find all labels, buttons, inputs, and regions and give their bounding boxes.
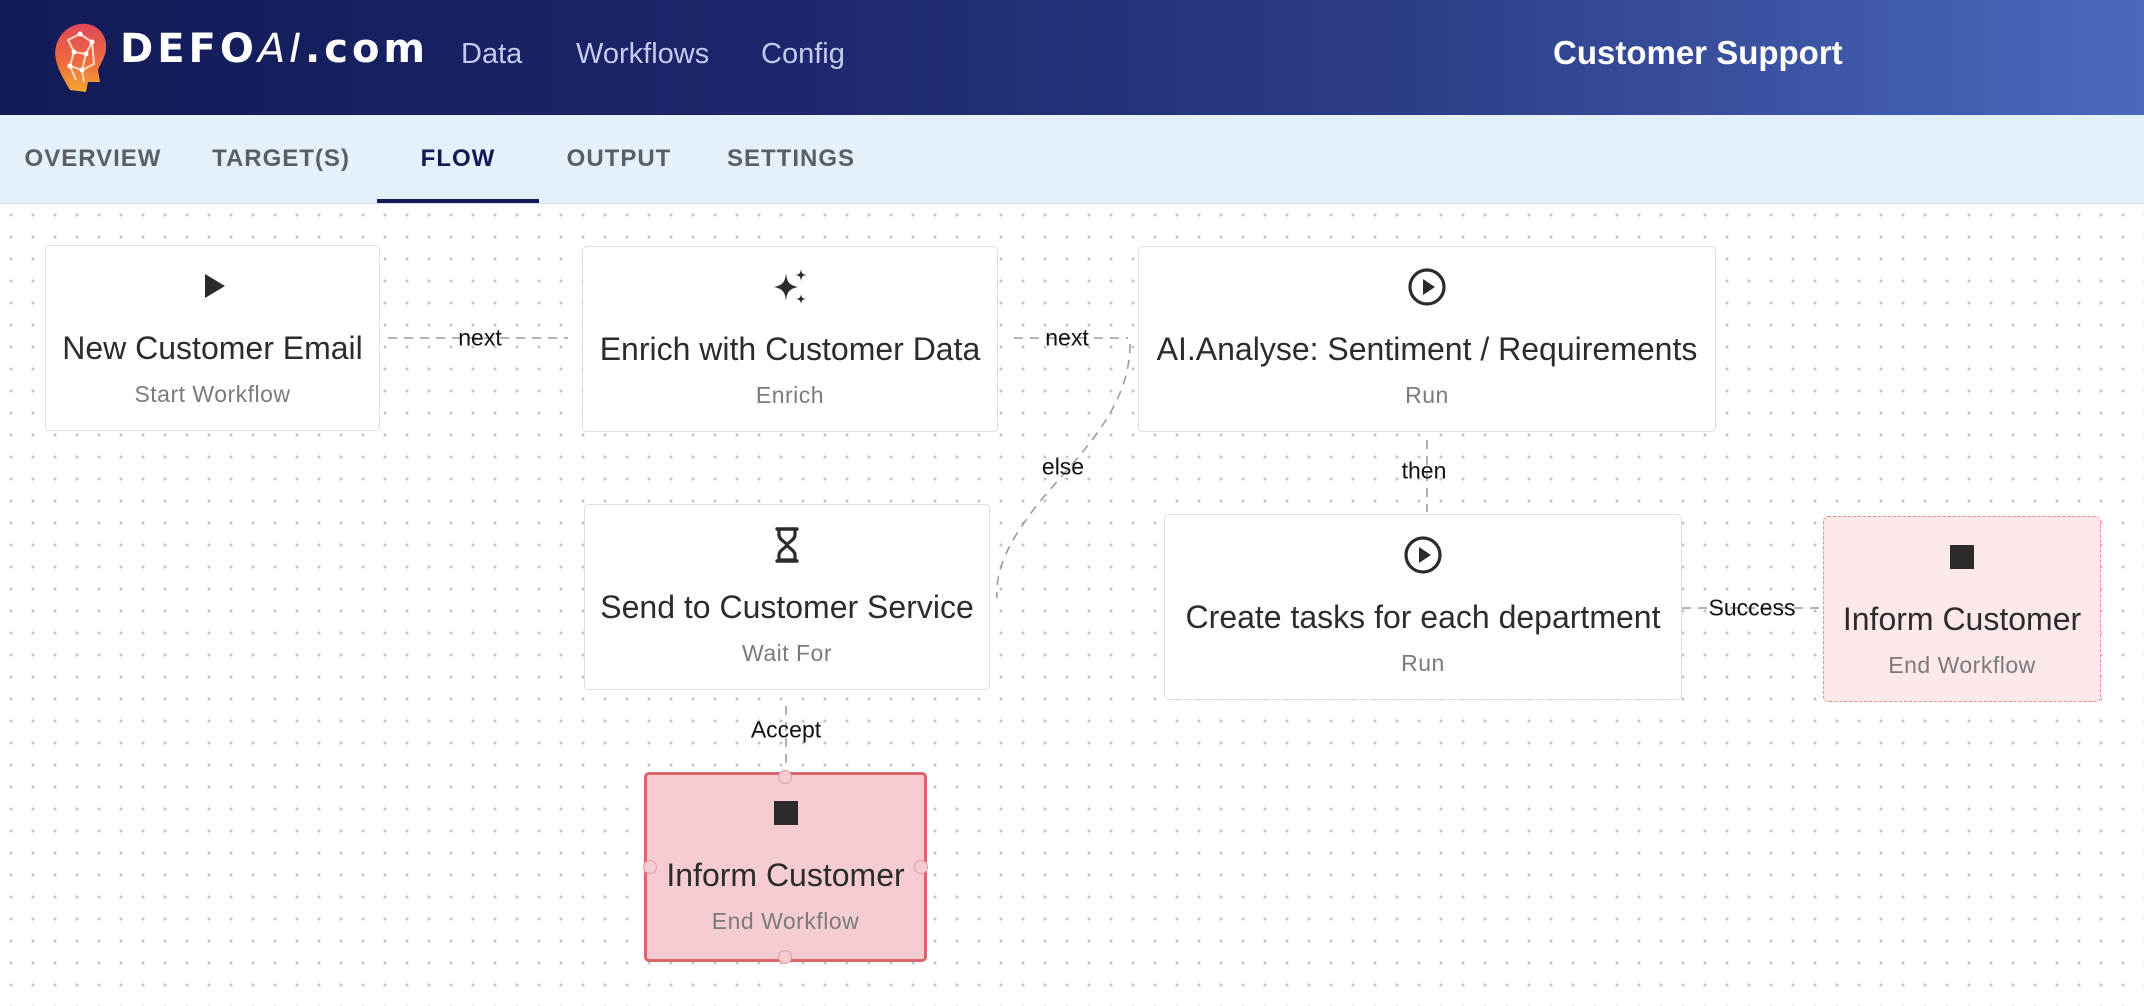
nav-config[interactable]: Config xyxy=(761,38,845,71)
edge-label-next[interactable]: next xyxy=(458,326,501,350)
top-header: DEFOAI.com Data Workflows Config Custome… xyxy=(0,0,2144,115)
handle-bottom[interactable] xyxy=(778,950,792,964)
edge-label-then[interactable]: then xyxy=(1402,459,1447,483)
node-subtitle: Enrich xyxy=(755,382,825,408)
node-enrich[interactable]: Enrich with Customer Data Enrich xyxy=(582,246,998,432)
tab-overview[interactable]: OVERVIEW xyxy=(0,115,186,203)
node-title: New Customer Email xyxy=(62,330,363,366)
edge-label-accept[interactable]: Accept xyxy=(751,718,821,742)
app-root: DEFOAI.com Data Workflows Config Custome… xyxy=(0,0,2144,1006)
node-title: Send to Customer Service xyxy=(600,589,974,625)
node-title: Create tasks for each department xyxy=(1185,599,1661,635)
node-title: Inform Customer xyxy=(1842,601,2082,637)
edge-label-success[interactable]: Success xyxy=(1709,596,1796,620)
logo-main: DEFO xyxy=(120,26,258,72)
tab-settings[interactable]: SETTINGS xyxy=(699,115,883,203)
play-circle-icon xyxy=(1408,268,1446,306)
nav-workflows[interactable]: Workflows xyxy=(576,38,709,71)
node-subtitle: Wait For xyxy=(741,640,833,666)
hourglass-icon xyxy=(775,527,799,563)
logo-suffix: .com xyxy=(305,26,430,72)
node-start-workflow[interactable]: New Customer Email Start Workflow xyxy=(45,245,380,431)
stop-square-icon xyxy=(1950,545,1974,569)
play-icon xyxy=(204,274,225,298)
node-end-workflow-selected[interactable]: Inform Customer End Workflow xyxy=(644,772,927,962)
brain-head-icon xyxy=(55,23,107,93)
node-subtitle: Run xyxy=(1405,382,1449,408)
node-create-tasks[interactable]: Create tasks for each department Run xyxy=(1164,514,1682,700)
tab-output[interactable]: OUTPUT xyxy=(539,115,699,203)
edge-label-next[interactable]: next xyxy=(1045,326,1088,350)
node-title: Enrich with Customer Data xyxy=(599,331,981,367)
node-title: Inform Customer xyxy=(666,857,905,893)
handle-top[interactable] xyxy=(778,770,792,784)
sparkles-icon xyxy=(774,269,807,304)
page-title: Customer Support xyxy=(1553,34,1843,71)
stop-square-icon xyxy=(773,801,798,825)
tab-bar: OVERVIEW TARGET(S) FLOW OUTPUT SETTINGS xyxy=(0,115,2144,204)
node-subtitle: Start Workflow xyxy=(134,381,291,407)
node-subtitle: End Workflow xyxy=(1888,652,2036,678)
node-subtitle: Run xyxy=(1401,650,1445,676)
brand-logo[interactable]: DEFOAI.com xyxy=(120,26,429,72)
handle-left[interactable] xyxy=(643,860,657,874)
node-wait-for[interactable]: Send to Customer Service Wait For xyxy=(584,504,990,690)
play-circle-icon xyxy=(1404,536,1442,574)
handle-right[interactable] xyxy=(914,860,928,874)
node-subtitle: End Workflow xyxy=(711,908,860,934)
tab-flow[interactable]: FLOW xyxy=(377,115,539,203)
logo-ai: AI xyxy=(257,26,306,72)
nav-data[interactable]: Data xyxy=(461,38,522,71)
node-end-workflow[interactable]: Inform Customer End Workflow xyxy=(1823,516,2101,702)
node-title: AI.Analyse: Sentiment / Requirements xyxy=(1156,331,1698,367)
node-ai-analyse[interactable]: AI.Analyse: Sentiment / Requirements Run xyxy=(1138,246,1716,432)
edge-label-else[interactable]: else xyxy=(1042,455,1084,479)
tab-targets[interactable]: TARGET(S) xyxy=(186,115,376,203)
